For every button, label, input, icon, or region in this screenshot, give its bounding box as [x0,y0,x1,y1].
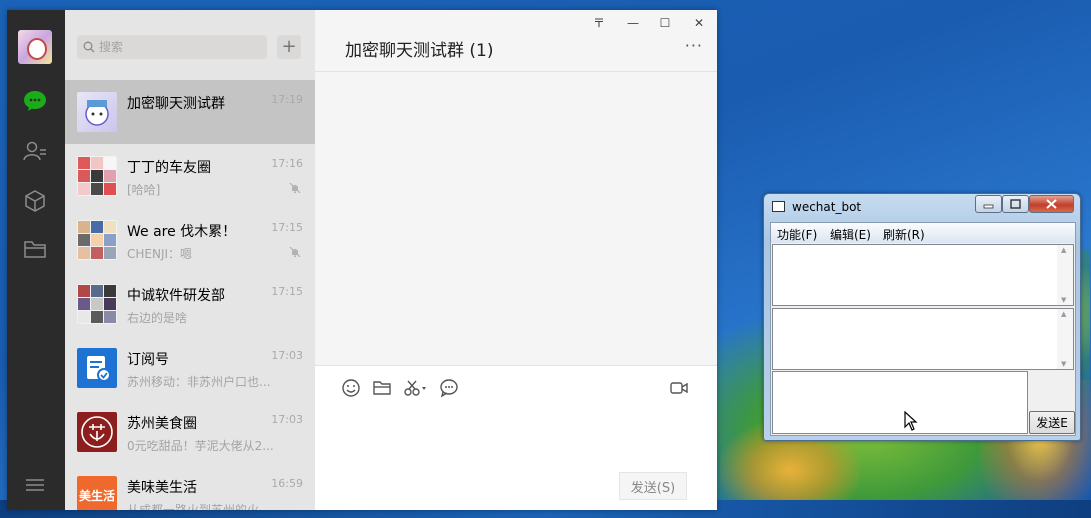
video-call-icon[interactable] [669,378,689,398]
chat-preview: 苏州移动：非苏州户口也... [127,375,271,389]
screenshot-scissors-icon[interactable] [403,378,429,398]
chat-icon[interactable] [22,88,48,114]
chat-time: 17:19 [271,93,303,106]
bot-send-button[interactable]: 发送E [1029,411,1075,434]
composer[interactable]: 发送(S) [315,366,717,510]
bot-menu-bar: 功能(F) 编辑(E) 刷新(R) [771,223,1075,243]
chat-preview: 从成都一路火到苏州的火... [127,503,271,510]
chat-time: 17:15 [271,285,303,298]
chat-preview: 右边的是啥 [127,311,188,325]
chat-name: 美味美生活 [127,480,197,496]
bot-window-title: wechat_bot [792,200,862,214]
chat-time: 17:16 [271,157,303,170]
message-area[interactable] [315,72,717,365]
chat-list-item[interactable]: 加密聊天测试群 17:19 [65,80,315,144]
chat-name: 丁丁的车友圈 [127,160,211,176]
chat-list-item[interactable]: 苏州美食圈 17:03 0元吃甜品！芋泥大佬从2... [65,400,315,464]
chat-avatar [77,412,117,452]
contacts-icon[interactable] [22,138,48,164]
chat-avatar: 美生活 [77,476,117,510]
add-chat-button[interactable]: + [277,35,301,59]
chat-name: We are 伐木累！ [127,224,237,240]
menu-hamburger-icon[interactable] [22,472,48,498]
chat-list-item[interactable]: 丁丁的车友圈 17:16 [哈哈] [65,144,315,208]
search-box[interactable] [77,35,267,59]
conversation-title: 加密聊天测试群 (1) [345,41,494,61]
user-avatar[interactable] [18,30,52,64]
search-icon [83,41,95,53]
files-folder-icon[interactable] [22,236,48,262]
wechat-bot-window: wechat_bot 功能(F) 编辑(E) 刷新(R) 发送E [763,193,1081,441]
chat-list-item[interactable]: We are 伐木累！ 17:15 CHENJI：嗯 [65,208,315,272]
bot-close-button[interactable] [1029,195,1074,213]
chat-preview: 0元吃甜品！芋泥大佬从2... [127,439,274,453]
more-options-button[interactable]: ··· [685,36,703,55]
bot-minimize-button[interactable] [975,195,1002,213]
chat-preview: CHENJI：嗯 [127,247,193,261]
chat-list-item[interactable]: 中诚软件研发部 17:15 右边的是啥 [65,272,315,336]
chat-time: 17:03 [271,413,303,426]
chat-list-item[interactable]: 美生活 美味美生活 16:59 从成都一路火到苏州的火... [65,464,315,510]
chat-avatar [77,92,117,132]
bot-maximize-button[interactable] [1002,195,1029,213]
chat-name: 订阅号 [127,352,169,368]
mute-bell-icon [289,182,301,194]
chat-list-panel: + 加密聊天测试群 17:19 丁丁的车友圈 17:16 [哈哈] We are 伐木累！… [65,10,315,510]
minimize-button[interactable]: — [623,14,643,32]
chat-time: 17:15 [271,221,303,234]
send-button[interactable]: 发送(S) [619,472,687,500]
bot-client-area: 功能(F) 编辑(E) 刷新(R) 发送E [770,222,1076,436]
app-window-icon [772,201,785,212]
bot-message-pane[interactable] [772,308,1074,370]
conversation-panel: 〒 — ☐ ✕ 加密聊天测试群 (1) ··· 发送(S) [315,10,717,510]
pin-button[interactable]: 〒 [589,14,609,32]
chat-avatar [77,220,117,260]
mouse-cursor-icon [904,411,918,431]
avatar-text: 美生活 [79,489,116,503]
search-input[interactable] [99,40,259,54]
chat-avatar [77,156,117,196]
chat-time: 16:59 [271,477,303,490]
menu-function[interactable]: 功能(F) [777,226,817,243]
nav-rail [7,10,65,510]
bot-input-box[interactable] [772,371,1028,434]
scrollbar[interactable] [1057,309,1073,369]
chat-name: 加密聊天测试群 [127,96,225,112]
close-button[interactable]: ✕ [689,14,709,32]
emoji-icon[interactable] [341,378,361,398]
bot-log-pane[interactable] [772,244,1074,306]
maximize-button[interactable]: ☐ [655,14,675,32]
chat-preview: [哈哈] [127,183,161,197]
chat-list-item[interactable]: 订阅号 17:03 苏州移动：非苏州户口也... [65,336,315,400]
chat-time: 17:03 [271,349,303,362]
chat-avatar [77,284,117,324]
folder-icon[interactable] [372,378,392,398]
scrollbar[interactable] [1057,245,1073,305]
chat-history-icon[interactable] [439,378,459,398]
bot-title-bar[interactable]: wechat_bot [764,194,1080,220]
menu-refresh[interactable]: 刷新(R) [883,226,925,243]
chat-name: 苏州美食圈 [127,416,197,432]
chat-avatar [77,348,117,388]
mute-bell-icon [289,246,301,258]
wechat-window: + 加密聊天测试群 17:19 丁丁的车友圈 17:16 [哈哈] We are 伐木累！… [7,10,717,510]
chat-name: 中诚软件研发部 [127,288,225,304]
favorites-cube-icon[interactable] [22,188,48,214]
menu-edit[interactable]: 编辑(E) [830,226,871,243]
